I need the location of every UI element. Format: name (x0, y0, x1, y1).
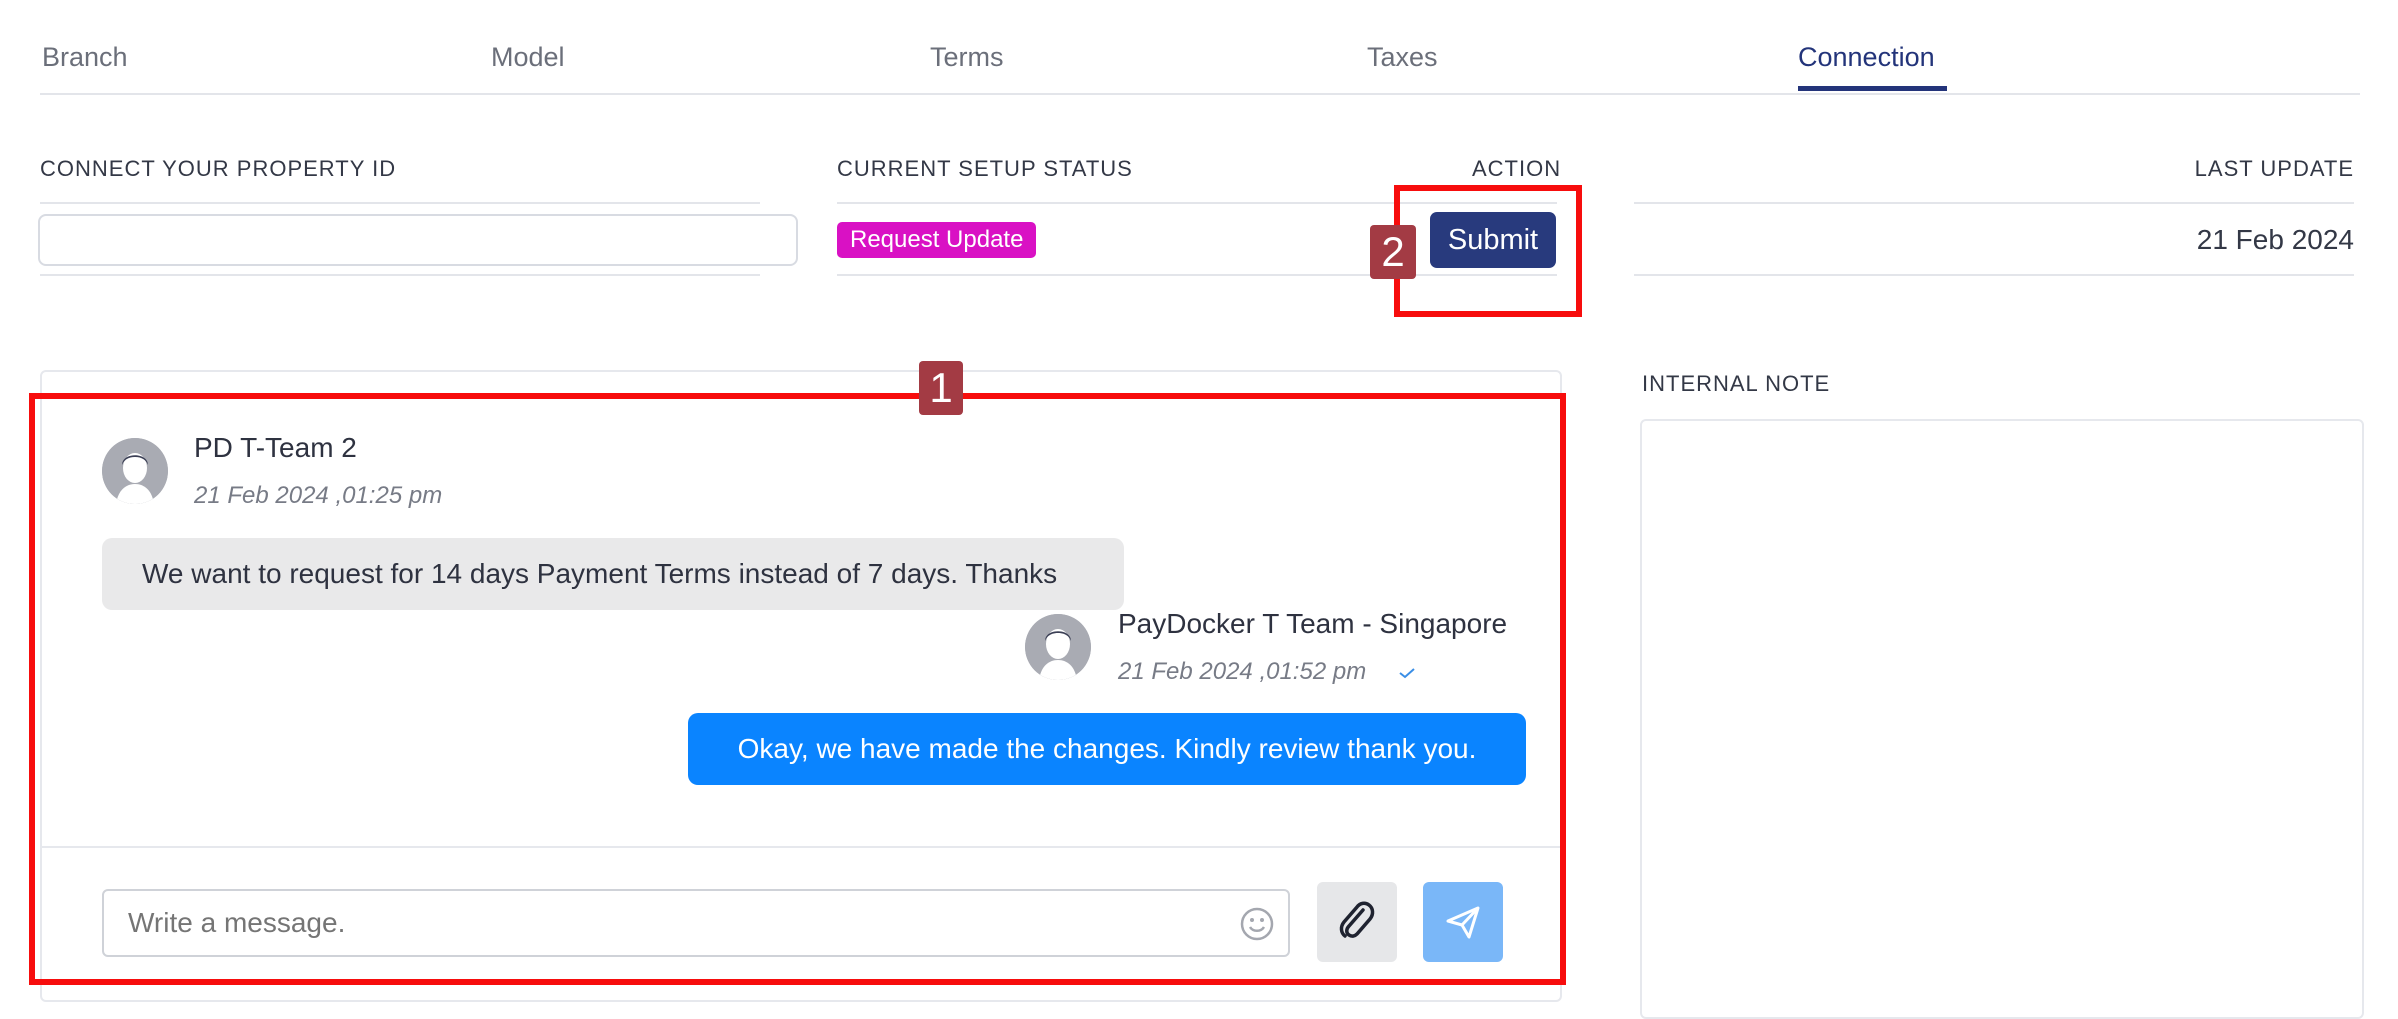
annotation-label-1: 1 (919, 361, 963, 415)
internal-note-textarea[interactable] (1640, 419, 2364, 1019)
annotation-label-2: 2 (1370, 225, 1416, 279)
status-badge: Request Update (837, 222, 1037, 258)
active-tab-indicator (1798, 86, 1947, 91)
tab-model[interactable]: Model (491, 42, 565, 73)
divider (40, 274, 760, 276)
tab-taxes[interactable]: Taxes (1367, 42, 1438, 73)
divider (40, 202, 760, 204)
property-id-header: CONNECT YOUR PROPERTY ID (40, 156, 397, 181)
tab-branch[interactable]: Branch (42, 42, 128, 73)
setup-status-header: CURRENT SETUP STATUS (837, 156, 1133, 181)
last-update-value: 21 Feb 2024 (2196, 224, 2354, 255)
annotation-box-1 (29, 393, 1566, 985)
action-header: ACTION (1472, 156, 1562, 181)
last-update-header: LAST UPDATE (2194, 156, 2354, 181)
tab-bar: Branch Model Terms Taxes Connection (40, 0, 2360, 95)
tab-connection[interactable]: Connection (1798, 42, 1935, 73)
internal-note-header: INTERNAL NOTE (1642, 371, 1831, 396)
property-id-input[interactable] (38, 214, 798, 266)
tab-terms[interactable]: Terms (930, 42, 1004, 73)
annotation-box-2 (1394, 185, 1582, 317)
divider (1634, 274, 2354, 276)
divider (1634, 202, 2354, 204)
